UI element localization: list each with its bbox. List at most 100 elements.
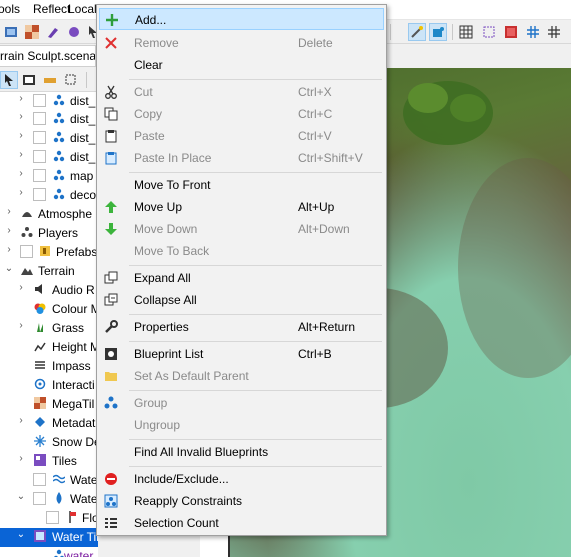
tree-row[interactable]: › dist_ xyxy=(0,110,98,129)
expand-arrow-icon[interactable]: › xyxy=(16,320,26,331)
expand-arrow-icon[interactable]: › xyxy=(16,282,26,293)
tree-row[interactable]: ⌄ Terrain xyxy=(0,262,98,281)
magic-wand-icon[interactable] xyxy=(408,23,426,41)
expand-arrow-icon[interactable]: › xyxy=(4,225,14,236)
bounds-icon[interactable] xyxy=(480,23,498,41)
tree-row[interactable]: › dist_ xyxy=(0,92,98,111)
tree-row[interactable]: › Tiles xyxy=(0,452,98,471)
expand-arrow-icon[interactable]: › xyxy=(16,149,26,160)
grid-icon[interactable] xyxy=(457,23,475,41)
visibility-checkbox[interactable] xyxy=(33,188,46,201)
visibility-checkbox[interactable] xyxy=(20,245,33,258)
tree-row[interactable]: › Grass xyxy=(0,319,98,338)
tool-icon[interactable] xyxy=(65,23,83,41)
menu-item-collapse-all[interactable]: Collapse All xyxy=(99,289,384,311)
menu-item-move-down[interactable]: Move Down Alt+Down xyxy=(99,218,384,240)
collapse-arrow-icon[interactable]: ⌄ xyxy=(16,529,26,540)
paint-brush-icon[interactable] xyxy=(44,23,62,41)
expand-arrow-icon[interactable]: › xyxy=(16,168,26,179)
visibility-checkbox[interactable] xyxy=(46,511,59,524)
expand-arrow-icon[interactable]: › xyxy=(16,415,26,426)
visibility-checkbox[interactable] xyxy=(33,150,46,163)
layers-icon[interactable] xyxy=(2,23,20,41)
menu-item-cut[interactable]: Cut Ctrl+X xyxy=(99,81,384,103)
menu-reflect[interactable]: Reflect xyxy=(33,2,70,16)
menu-item-add[interactable]: Add... xyxy=(99,8,384,30)
menu-item-move-up[interactable]: Move Up Alt+Up xyxy=(99,196,384,218)
menu-item-copy[interactable]: Copy Ctrl+C xyxy=(99,103,384,125)
tree-row[interactable]: water_calm xyxy=(0,547,98,557)
expand-arrow-icon[interactable]: › xyxy=(4,244,14,255)
paste-in-place-icon xyxy=(103,150,119,166)
hash-grid-icon[interactable] xyxy=(524,23,542,41)
menu-item-clear[interactable]: Clear xyxy=(99,54,384,76)
menu-item-expand-all[interactable]: Expand All xyxy=(99,267,384,289)
menu-item-paste[interactable]: Paste Ctrl+V xyxy=(99,125,384,147)
visibility-checkbox[interactable] xyxy=(33,94,46,107)
menu-item-find-invalid-blueprints[interactable]: Find All Invalid Blueprints xyxy=(99,441,384,463)
tree-row[interactable]: Interacti xyxy=(0,376,98,395)
tree-row-label: water_calm xyxy=(64,549,98,557)
tree-row[interactable]: MegaTil xyxy=(0,395,98,414)
collapse-arrow-icon[interactable]: ⌄ xyxy=(16,491,26,502)
stop-icon[interactable] xyxy=(502,23,520,41)
expand-arrow-icon[interactable]: › xyxy=(4,206,14,217)
menu-item-ungroup[interactable]: Ungroup xyxy=(99,414,384,436)
menu-item-set-default-parent[interactable]: Set As Default Parent xyxy=(99,365,384,387)
tree-row[interactable]: Height M xyxy=(0,338,98,357)
menu-item-label: Copy xyxy=(134,107,163,121)
menu-item-blueprint-list[interactable]: Blueprint List Ctrl+B xyxy=(99,343,384,365)
checker-icon[interactable] xyxy=(23,23,41,41)
tree-row[interactable]: Wate xyxy=(0,471,98,490)
menu-item-paste-in-place[interactable]: Paste In Place Ctrl+Shift+V xyxy=(99,147,384,169)
menu-item-group[interactable]: Group xyxy=(99,392,384,414)
expand-arrow-icon[interactable]: › xyxy=(16,93,26,104)
tree-row-selected[interactable]: ⌄ Water Tiles xyxy=(0,528,98,547)
menu-local[interactable]: Local xyxy=(68,2,97,16)
tree-row[interactable]: Flo xyxy=(0,509,98,528)
tree-row[interactable]: Impass xyxy=(0,357,98,376)
tree-row[interactable]: › dist_ xyxy=(0,129,98,148)
tree-row[interactable]: Snow De xyxy=(0,433,98,452)
menu-item-properties[interactable]: Properties Alt+Return xyxy=(99,316,384,338)
menu-item-reapply-constraints[interactable]: Reapply Constraints xyxy=(99,490,384,512)
expand-arrow-icon[interactable]: › xyxy=(16,453,26,464)
tree-row[interactable]: › Audio R xyxy=(0,281,98,300)
tree-row[interactable]: ⌄ Wate xyxy=(0,490,98,509)
tree-row[interactable]: › deco xyxy=(0,186,98,205)
menu-item-move-to-front[interactable]: Move To Front xyxy=(99,174,384,196)
expand-arrow-icon[interactable]: › xyxy=(16,111,26,122)
select-arrow-icon[interactable] xyxy=(0,71,18,89)
plus-icon xyxy=(104,12,120,28)
visibility-checkbox[interactable] xyxy=(33,473,46,486)
tree-row[interactable]: › map xyxy=(0,167,98,186)
menu-item-shortcut: Alt+Return xyxy=(298,320,356,334)
visibility-checkbox[interactable] xyxy=(33,492,46,505)
paint-bucket-icon[interactable] xyxy=(429,23,447,41)
tree-row[interactable]: › Prefabs xyxy=(0,243,98,262)
tree-row[interactable]: › Players xyxy=(0,224,98,243)
menu-item-include-exclude[interactable]: Include/Exclude... xyxy=(99,468,384,490)
marquee-select-icon[interactable] xyxy=(62,71,80,89)
tree-row-label: Metadat xyxy=(52,416,96,430)
expand-arrow-icon[interactable]: › xyxy=(16,187,26,198)
expand-all-icon xyxy=(103,270,119,286)
tree-row[interactable]: › dist_ xyxy=(0,148,98,167)
ruler-icon[interactable] xyxy=(41,71,59,89)
scene-tab[interactable]: rrain Sculpt.scena xyxy=(0,45,96,67)
hash-icon[interactable] xyxy=(545,23,563,41)
menu-item-move-to-back[interactable]: Move To Back xyxy=(99,240,384,262)
visibility-checkbox[interactable] xyxy=(33,112,46,125)
tree-row[interactable]: › Metadat xyxy=(0,414,98,433)
menu-item-remove[interactable]: Remove Delete xyxy=(99,32,384,54)
viewport-icon[interactable] xyxy=(20,71,38,89)
collapse-arrow-icon[interactable]: ⌄ xyxy=(4,263,14,274)
tree-row[interactable]: Colour M xyxy=(0,300,98,319)
visibility-checkbox[interactable] xyxy=(33,169,46,182)
expand-arrow-icon[interactable]: › xyxy=(16,130,26,141)
tree-row[interactable]: › Atmosphe xyxy=(0,205,98,224)
menu-tools[interactable]: ools xyxy=(0,2,20,16)
menu-item-label: Clear xyxy=(134,58,163,72)
menu-item-selection-count[interactable]: Selection Count xyxy=(99,512,384,534)
visibility-checkbox[interactable] xyxy=(33,131,46,144)
